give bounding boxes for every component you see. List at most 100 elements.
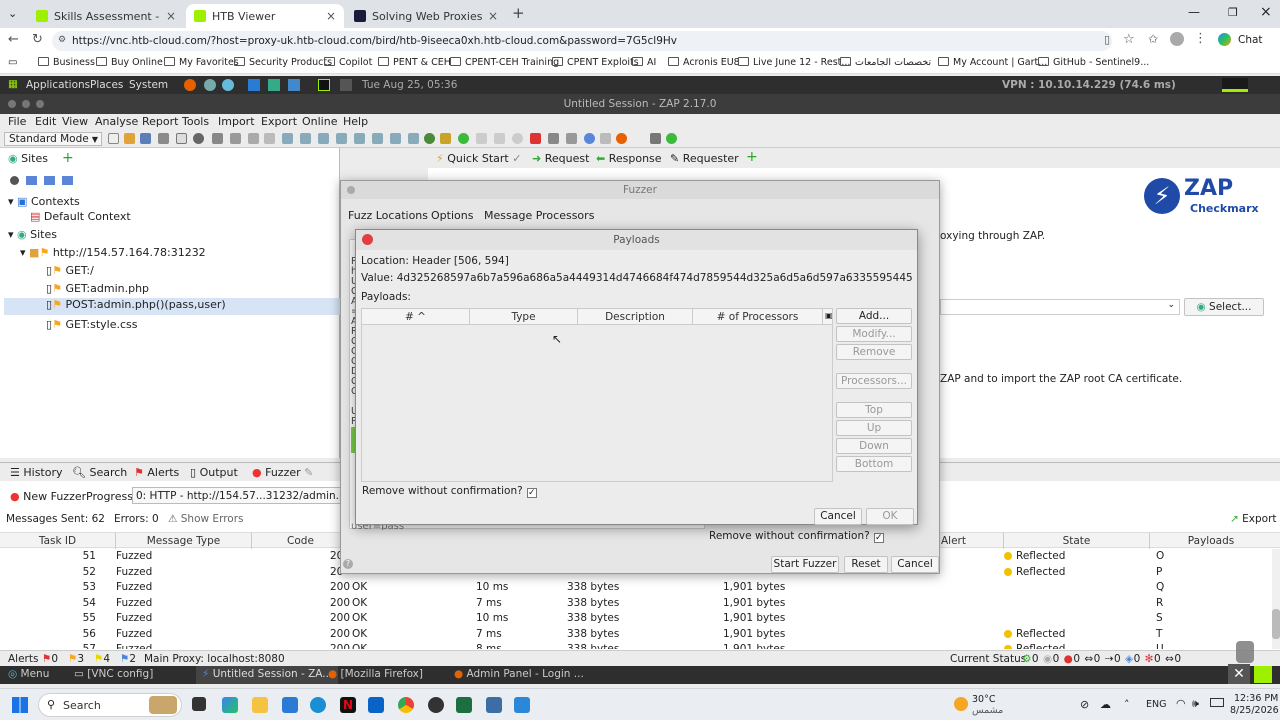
bookmark-my-favorites[interactable]: My Favorites (164, 57, 239, 68)
layout-icon[interactable] (230, 133, 241, 144)
bookmark-github[interactable]: GitHub - Sentinel9... (1038, 57, 1149, 68)
add-tab-icon[interactable]: + (62, 150, 74, 166)
tab-fuzz-locations[interactable]: Fuzz Locations (348, 209, 428, 222)
progress-select[interactable]: 0: HTTP - http://154.57...31232/admin.ph… (132, 487, 342, 504)
new-fuzzer-button[interactable]: ● New Fuzzer (10, 490, 86, 503)
new-tab-button[interactable]: + (512, 4, 525, 22)
bookmark-cpent-exploits[interactable]: CPENT Exploits (552, 57, 639, 68)
close-tab-icon[interactable]: × (160, 9, 176, 23)
trash-icon[interactable] (1236, 641, 1254, 663)
continue-icon[interactable] (494, 133, 505, 144)
window-min-dot[interactable] (22, 100, 30, 108)
marketplace-icon[interactable] (666, 133, 677, 144)
bookmark-cpent-ceh-training[interactable]: CPENT-CEH Training (450, 57, 559, 68)
reload-icon[interactable]: ↻ (32, 32, 43, 47)
vertical-scrollbar[interactable] (1272, 549, 1280, 649)
col-processors[interactable]: # of Processors (693, 309, 823, 325)
tree-contexts[interactable]: ▾ ▣ Contexts (8, 195, 80, 208)
menu-help[interactable]: Help (343, 115, 368, 128)
move-down-button[interactable]: Down (836, 438, 912, 454)
tab-response[interactable]: ⬅ Response (596, 152, 662, 165)
tab-message-processors[interactable]: Message Processors (484, 209, 594, 222)
sites-tab[interactable]: ◉ Sites (8, 152, 48, 165)
mode-select[interactable]: Standard Mode ▼ (4, 132, 102, 146)
remove-payload-button[interactable]: Remove (836, 344, 912, 360)
taskbar-search[interactable]: ⚲ Search (38, 693, 182, 717)
table-row[interactable]: 53 Fuzzed 200 OK 10 ms 338 bytes 1,901 bytes Q (0, 580, 1272, 596)
menu-file[interactable]: File (8, 115, 26, 128)
tab-search[interactable]: 🔍︎ Search (72, 466, 127, 479)
bookmark-live-june[interactable]: Live June 12 - Rest... (738, 57, 850, 68)
launcher-icon[interactable] (204, 79, 216, 91)
window-max-dot[interactable] (36, 100, 44, 108)
desktop-icon[interactable] (1254, 666, 1272, 683)
reset-button[interactable]: Reset (844, 556, 888, 573)
tool-icon[interactable] (650, 133, 661, 144)
properties-icon[interactable] (176, 133, 187, 144)
url-field[interactable]: https://vnc.htb-cloud.com/?host=proxy-uk… (52, 31, 1112, 51)
browser-tab-htb-viewer[interactable]: HTB Viewer × (186, 4, 344, 28)
menu-edit[interactable]: Edit (35, 115, 56, 128)
menu-button[interactable]: ◎ Menu (8, 668, 49, 680)
layout-icon[interactable] (300, 133, 311, 144)
task-firefox[interactable]: ● [Mozilla Firefox] (328, 668, 423, 680)
show-errors-button[interactable]: ⚠ Show Errors (168, 513, 244, 525)
favorites-icon[interactable]: ✩ (1148, 32, 1158, 46)
menu-analyse[interactable]: Analyse (95, 115, 138, 128)
task-vnc-config[interactable]: ▭ [VNC config] (74, 668, 153, 680)
layout-icon[interactable] (318, 133, 329, 144)
tool-icon[interactable] (566, 133, 577, 144)
launcher-icon[interactable] (288, 79, 300, 91)
help-icon[interactable]: ? (343, 559, 353, 569)
outlook-icon[interactable] (368, 697, 384, 713)
layout-icon[interactable] (248, 133, 259, 144)
info-alerts[interactable]: ⚑2 (120, 653, 136, 665)
close-window-icon[interactable]: × (1260, 4, 1272, 20)
menu-tools[interactable]: Tools (182, 115, 209, 128)
remove-confirm-label[interactable]: Remove without confirmation? ✓ (362, 485, 537, 498)
tab-quick-start[interactable]: ⚡ Quick Start ✓ (436, 152, 521, 165)
tray-icon[interactable]: ☁ (1100, 698, 1111, 711)
remove-confirm-checkbox[interactable]: ✓ (873, 533, 884, 543)
start-fuzzer-button[interactable]: Start Fuzzer (771, 556, 839, 573)
gear-icon[interactable] (193, 133, 204, 144)
firefox-icon[interactable] (616, 133, 627, 144)
menu-system[interactable]: System (129, 79, 168, 91)
add-tab-icon[interactable]: + (746, 149, 758, 165)
window-close-dot[interactable] (347, 186, 355, 194)
launcher-icon[interactable] (268, 79, 280, 91)
drop-icon[interactable] (530, 133, 541, 144)
file-explorer-icon[interactable] (252, 697, 268, 713)
app-icon[interactable] (486, 697, 502, 713)
high-alerts[interactable]: ⚑0 (42, 653, 58, 665)
app-icon[interactable] (428, 697, 444, 713)
tab-history[interactable]: ☰ History (10, 466, 63, 479)
processors-button[interactable]: Processors... (836, 373, 912, 389)
bookmark-pent-ceh[interactable]: PENT & CEH (378, 57, 451, 68)
window-close-dot[interactable] (8, 100, 16, 108)
layout-icon[interactable] (372, 133, 383, 144)
wifi-icon[interactable]: ◠ (1176, 697, 1186, 710)
menu-applications[interactable]: Applications (26, 79, 90, 91)
launcher-icon[interactable] (222, 79, 234, 91)
layout-icon[interactable] (264, 133, 275, 144)
close-tab-icon[interactable]: × (320, 9, 336, 23)
remove-confirm-checkbox[interactable]: ✓ (526, 488, 537, 498)
remove-confirm-label[interactable]: Remove without confirmation? ✓ (709, 530, 884, 543)
low-alerts[interactable]: ⚑4 (94, 653, 110, 665)
bookmark-acronis[interactable]: Acronis EU8 (668, 57, 740, 68)
table-row[interactable]: 54 Fuzzed 200 OK 7 ms 338 bytes 1,901 bytes R (0, 596, 1272, 612)
tab-output[interactable]: ▯ Output (190, 466, 238, 479)
menu-import[interactable]: Import (218, 115, 255, 128)
site-info-icon[interactable]: ⚙ (58, 35, 66, 45)
restore-window-icon[interactable]: ❐ (1228, 6, 1238, 19)
profile-avatar[interactable] (1170, 32, 1184, 46)
move-top-button[interactable]: Top (836, 402, 912, 418)
task-view-icon[interactable] (192, 697, 206, 711)
help-icon[interactable] (584, 133, 595, 144)
clock-time[interactable]: 12:36 PM (1234, 693, 1278, 704)
tab-options[interactable]: Options (431, 209, 473, 222)
scope-icon[interactable] (424, 133, 435, 144)
medium-alerts[interactable]: ⚑3 (68, 653, 84, 665)
close-tab-icon[interactable]: × (482, 9, 498, 23)
